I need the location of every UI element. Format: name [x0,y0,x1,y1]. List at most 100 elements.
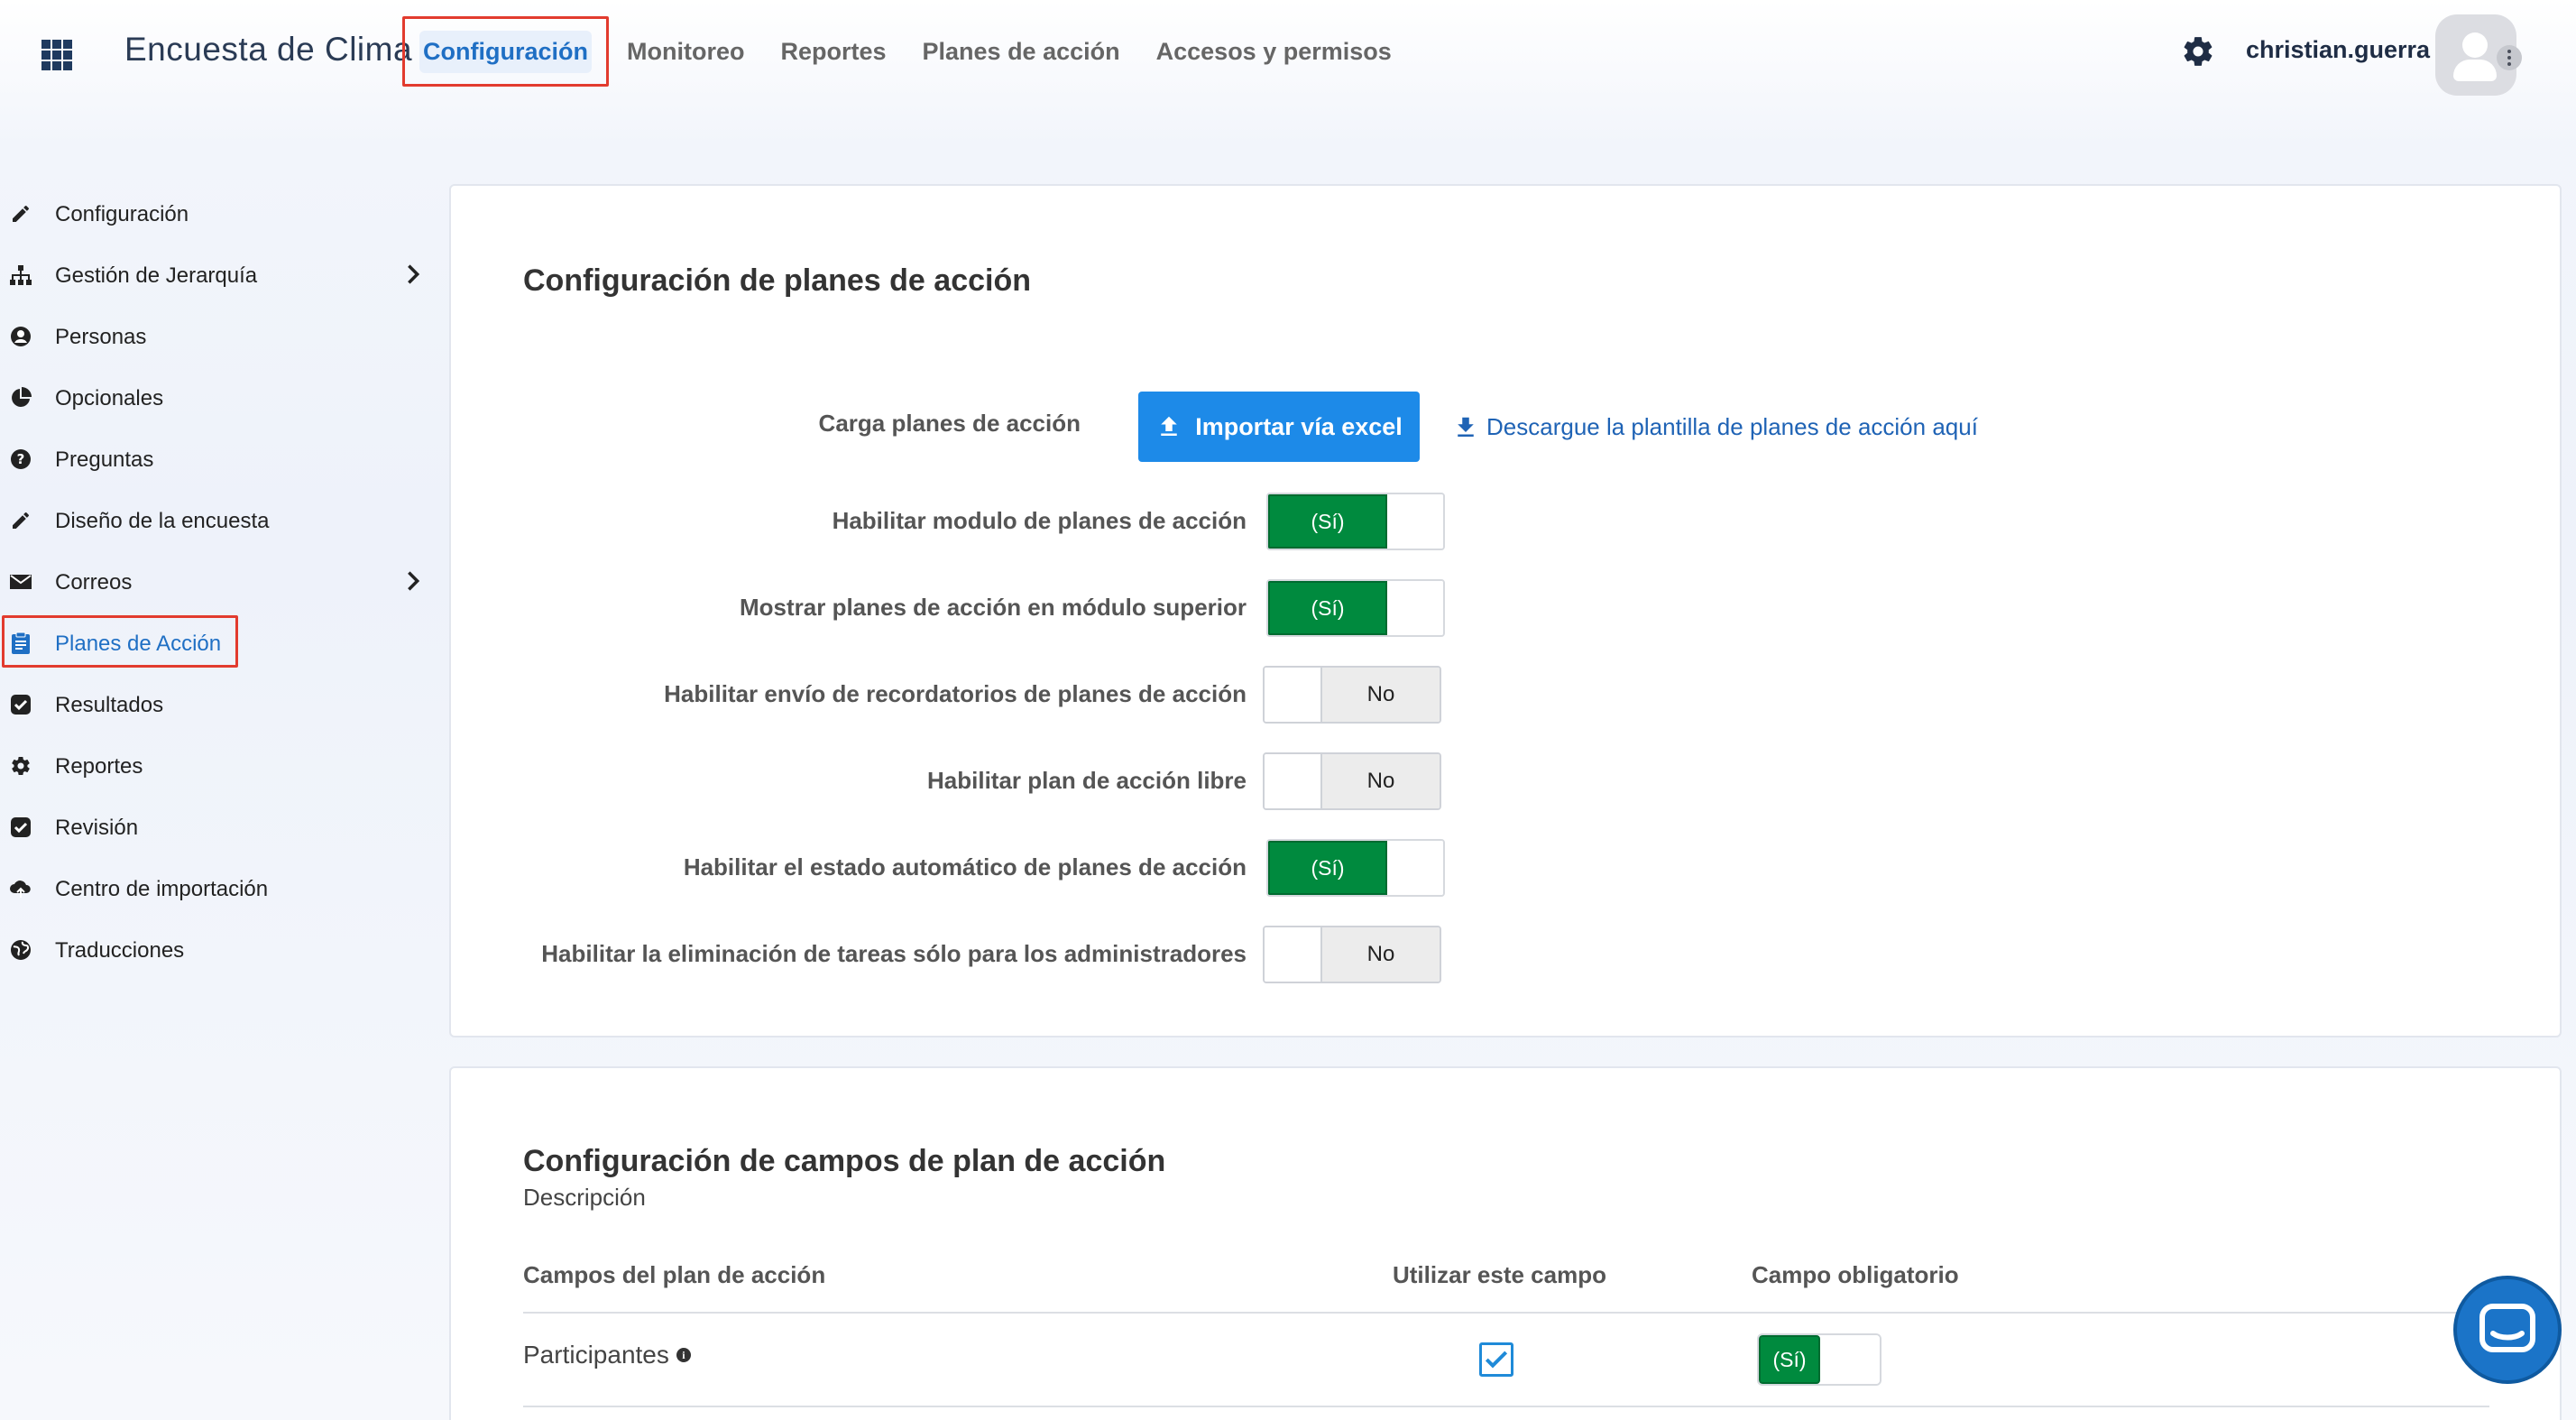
sidebar-item-diseno-de-la-encuesta[interactable]: Diseño de la encuesta [0,491,433,552]
toggle-state: (Sí) [1268,581,1387,635]
toggle-state: (Sí) [1268,841,1387,895]
card-description: Descripción [523,1184,646,1211]
setting-label: Habilitar plan de acción libre [927,767,1247,794]
action-plan-fields-card: Configuración de campos de plan de acció… [449,1066,2562,1420]
toggle-reminders[interactable]: No [1263,666,1441,724]
sitemap-icon [9,263,32,287]
tab-reportes[interactable]: Reportes [762,16,904,87]
tab-configuracion-label: Configuración [419,30,592,73]
tab-accesos-y-permisos[interactable]: Accesos y permisos [1138,16,1410,87]
download-template-link[interactable]: Descargue la plantilla de planes de acci… [1452,413,1978,441]
sidebar-item-revision[interactable]: Revisión [0,798,433,859]
sidebar-item-traducciones[interactable]: Traducciones [0,920,433,982]
chat-support-button[interactable] [2453,1276,2562,1384]
sidebar-item-label: Revisión [55,816,139,840]
toggle-state: (Sí) [1268,494,1387,549]
sidebar-item-configuracion[interactable]: Configuración [0,184,433,245]
sidebar-item-label: Preguntas [55,447,154,472]
import-excel-label: Importar vía excel [1195,412,1403,440]
top-bar: Encuesta de Clima Configuración Monitore… [0,0,2576,108]
upload-label: Carga planes de acción [818,410,1081,437]
toggle-free-plan[interactable]: No [1263,752,1441,810]
clipboard-icon [9,632,32,655]
sidebar-item-label: Reportes [55,754,143,779]
info-icon[interactable]: i [676,1348,691,1362]
more-vertical-icon[interactable] [2497,45,2522,70]
sidebar-item-label: Gestión de Jerarquía [55,263,258,288]
tab-planes-de-accion[interactable]: Planes de acción [905,16,1138,87]
sidebar-item-centro-de-importacion[interactable]: Centro de importación [0,859,433,920]
tab-configuracion[interactable]: Configuración [402,16,609,87]
setting-label: Mostrar planes de acción en módulo super… [739,594,1247,621]
sidebar-item-label: Diseño de la encuesta [55,509,270,533]
check-square-icon [9,693,32,716]
chevron-right-icon[interactable] [400,262,426,287]
tab-monitoreo[interactable]: Monitoreo [609,16,762,87]
sidebar-item-correos[interactable]: Correos [0,552,433,613]
column-header-fields: Campos del plan de acción [523,1261,826,1288]
apps-grid-icon[interactable] [41,40,72,70]
sidebar-item-resultados[interactable]: Resultados [0,675,433,736]
gear-icon [9,754,32,778]
username[interactable]: christian.guerra [2246,36,2430,64]
toggle-enable-module[interactable]: (Sí) [1266,493,1445,550]
header-divider [523,1312,2489,1314]
sidebar-item-planes-de-accion[interactable]: Planes de Acción [0,613,433,675]
person-icon [9,325,32,348]
field-name: Participantes [523,1341,669,1369]
toggle-knob [1387,494,1443,549]
sidebar-item-label: Planes de Acción [55,632,222,656]
chat-icon [2479,1304,2535,1352]
avatar-body [2453,60,2497,81]
pencil-icon [9,202,32,226]
sidebar-item-label: Personas [55,325,147,349]
avatar-head [2462,32,2488,58]
sidebar-item-label: Opcionales [55,386,164,410]
top-navigation: Configuración Monitoreo Reportes Planes … [402,16,1410,87]
sidebar-item-label: Centro de importación [55,877,269,901]
sidebar: Configuración Gestión de Jerarquía Perso… [0,184,433,982]
question-icon: ? [9,447,32,471]
sidebar-item-gestion-de-jerarquia[interactable]: Gestión de Jerarquía [0,245,433,307]
pie-chart-icon [9,386,32,410]
setting-label: Habilitar modulo de planes de acción [832,507,1247,534]
column-header-required: Campo obligatorio [1752,1261,1959,1288]
sidebar-item-label: Correos [55,570,133,595]
toggle-knob [1820,1335,1880,1384]
toggle-knob [1387,581,1443,635]
row-divider [523,1406,2489,1407]
setting-label: Habilitar la eliminación de tareas sólo … [541,940,1247,967]
toggle-state: No [1322,668,1440,722]
avatar[interactable] [2435,14,2522,96]
import-excel-button[interactable]: Importar vía excel [1138,392,1420,462]
download-template-label: Descargue la plantilla de planes de acci… [1486,413,1978,440]
toggle-knob [1387,841,1443,895]
sidebar-item-reportes[interactable]: Reportes [0,736,433,798]
svg-text:?: ? [17,451,25,467]
download-icon [1458,417,1474,437]
required-toggle[interactable]: (Sí) [1757,1333,1881,1386]
card-title: Configuración de planes de acción [523,263,1031,298]
sidebar-item-preguntas[interactable]: ? Preguntas [0,429,433,491]
toggle-state: No [1322,754,1440,808]
cloud-upload-icon [9,877,32,900]
sidebar-item-personas[interactable]: Personas [0,307,433,368]
envelope-icon [9,570,32,594]
toggle-knob [1265,927,1322,982]
sidebar-item-opcionales[interactable]: Opcionales [0,368,433,429]
sidebar-item-label: Configuración [55,202,189,226]
settings-gear-icon[interactable] [2181,34,2215,69]
toggle-show-top-module[interactable]: (Sí) [1266,579,1445,637]
toggle-state: (Sí) [1759,1335,1820,1384]
use-field-checkbox[interactable] [1479,1342,1513,1377]
pencil-icon [9,509,32,532]
globe-icon [9,938,32,962]
sidebar-item-label: Traducciones [55,938,185,963]
chevron-right-icon[interactable] [400,568,426,594]
toggle-auto-status[interactable]: (Sí) [1266,839,1445,897]
toggle-knob [1265,668,1322,722]
sidebar-item-label: Resultados [55,693,164,717]
table-row-label: Participantes i [523,1341,691,1369]
setting-label: Habilitar el estado automático de planes… [683,853,1247,881]
toggle-admin-delete[interactable]: No [1263,926,1441,983]
